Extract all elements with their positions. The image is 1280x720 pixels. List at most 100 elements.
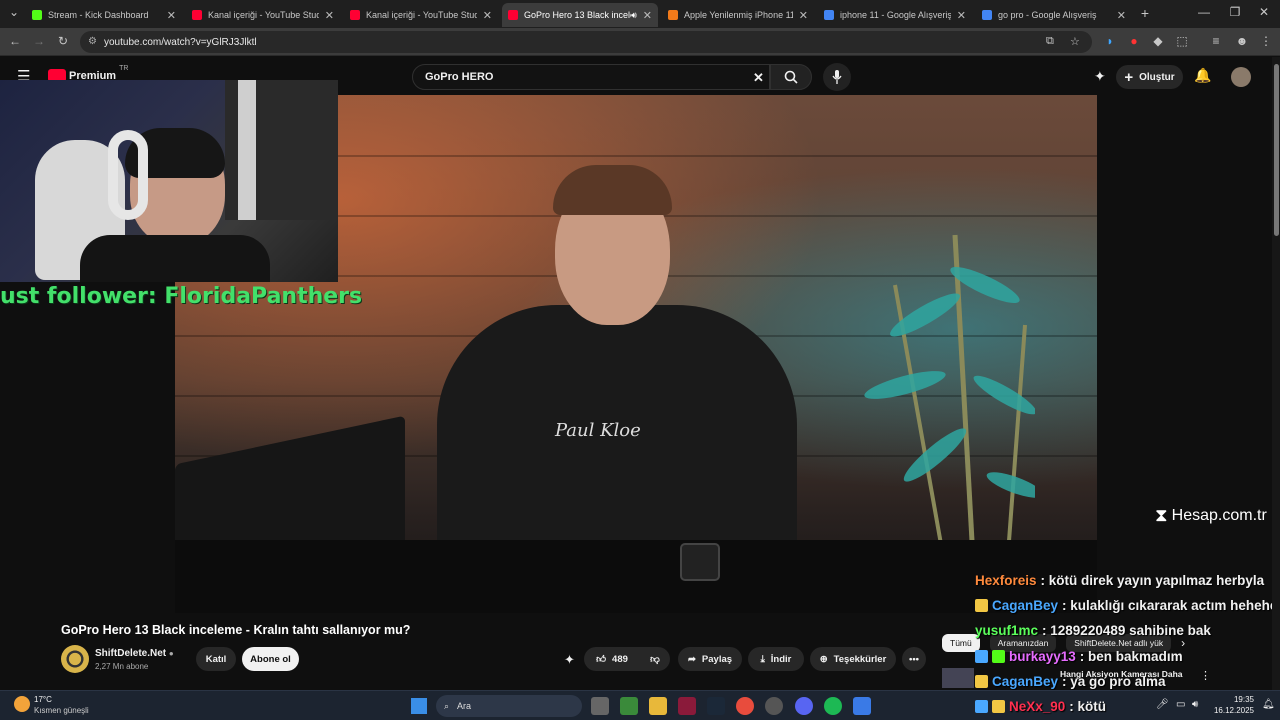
thanks-icon: ⊕ xyxy=(819,653,828,665)
chat-message: CaganBey : ya go pro alma xyxy=(975,674,1166,689)
bookmark-star-icon[interactable]: ☆ xyxy=(1070,35,1080,48)
chrome-icon[interactable] xyxy=(736,697,754,715)
search-value: GoPro HERO xyxy=(425,71,494,83)
maximize-icon[interactable]: ❐ xyxy=(1227,5,1243,19)
thanks-button[interactable]: ⊕ Teşekkürler xyxy=(810,647,896,671)
cast-icon[interactable]: ⧉ xyxy=(1046,35,1054,48)
tab-close-icon[interactable]: ✕ xyxy=(161,9,176,22)
like-button[interactable]: 👍︎ 489 xyxy=(584,647,640,671)
channel-avatar[interactable] xyxy=(61,645,89,673)
subscribe-label: Abone ol xyxy=(250,653,291,665)
sparkle-icon[interactable]: ✦ xyxy=(564,652,575,668)
browser-tab[interactable]: Apple Yenilenmiş iPhone 11 64✕ xyxy=(662,3,814,27)
window-frame xyxy=(238,80,256,220)
minimize-icon[interactable]: — xyxy=(1196,5,1212,19)
tab-favicon-icon xyxy=(32,10,42,20)
subscribe-button[interactable]: Abone ol xyxy=(242,647,299,671)
site-info-icon[interactable]: ⚙ xyxy=(88,36,97,47)
notification-center-icon[interactable]: 🔔︎ xyxy=(1262,699,1275,710)
plant-image xyxy=(864,234,1035,595)
browser-tab[interactable]: go pro - Google Alışveriş ✕ xyxy=(976,3,1132,27)
browser-tab[interactable]: Kanal içeriği - YouTube Studio ✕ xyxy=(186,3,340,27)
spotify-icon[interactable] xyxy=(824,697,842,715)
network-icon[interactable]: ▭ xyxy=(1176,699,1185,710)
next-video-menu-icon[interactable]: ⋮ xyxy=(1200,669,1211,682)
task-view-icon[interactable] xyxy=(591,697,609,715)
reading-list-icon[interactable]: ≡ xyxy=(1208,34,1224,48)
address-bar[interactable]: ⚙ youtube.com/watch?v=yGlRJ3Jlktl ⧉ ☆ xyxy=(80,31,1092,53)
more-actions-button[interactable]: ••• xyxy=(902,647,926,671)
search-button[interactable] xyxy=(770,64,812,90)
search-input[interactable]: GoPro HERO ✕ xyxy=(412,64,770,90)
extension-3-icon[interactable]: ◆ xyxy=(1150,34,1166,48)
chat-message: CaganBey : kulaklığı cıkararak actım heh… xyxy=(975,598,1277,613)
extensions-icon[interactable]: ⬚ xyxy=(1174,34,1190,48)
minecraft-icon[interactable] xyxy=(620,697,638,715)
weather-temp[interactable]: 17°C xyxy=(34,695,52,704)
back-icon[interactable]: ← xyxy=(7,34,23,48)
profile-icon[interactable]: ☻ xyxy=(1234,34,1250,48)
windows-start-icon[interactable] xyxy=(411,698,427,714)
steam-icon[interactable] xyxy=(707,697,725,715)
weather-desc[interactable]: Kısmen güneşli xyxy=(34,706,89,715)
mic-tray-icon[interactable]: 🎤︎ xyxy=(1156,699,1169,710)
extension-2-icon[interactable]: ● xyxy=(1126,34,1142,48)
file-explorer-icon[interactable] xyxy=(649,697,667,715)
join-label: Katıl xyxy=(205,653,227,665)
tab-close-icon[interactable]: ✕ xyxy=(951,9,966,22)
chat-text: : ya go pro alma xyxy=(1062,674,1166,689)
clock-date[interactable]: 16.12.2025 xyxy=(1210,706,1254,715)
tab-close-icon[interactable]: ✕ xyxy=(1111,9,1126,22)
close-window-icon[interactable]: ✕ xyxy=(1256,5,1272,19)
upload-studio-icon[interactable]: ✦ xyxy=(1094,68,1106,85)
hoodie-logo-text: Paul Kloe xyxy=(555,420,641,441)
dislike-button[interactable]: 👎︎ xyxy=(640,647,670,671)
next-video-thumbnail[interactable] xyxy=(942,668,974,688)
share-button[interactable]: ➦ Paylaş xyxy=(678,647,742,671)
app-icon-2[interactable] xyxy=(853,697,871,715)
voice-search-button[interactable] xyxy=(823,63,851,91)
download-label: İndir xyxy=(770,653,792,665)
tab-search-icon[interactable]: ⌄ xyxy=(6,5,22,19)
clock-time[interactable]: 19:35 xyxy=(1222,695,1254,704)
obs-icon[interactable] xyxy=(765,697,783,715)
create-button[interactable]: + Oluştur xyxy=(1116,65,1183,89)
weather-icon[interactable] xyxy=(14,696,30,712)
forward-icon[interactable]: → xyxy=(31,34,47,48)
volume-icon[interactable]: 🔊︎ xyxy=(1192,699,1198,710)
browser-tab[interactable]: Stream - Kick Dashboard ✕ xyxy=(26,3,182,27)
reload-icon[interactable]: ↻ xyxy=(55,34,71,48)
app-icon[interactable] xyxy=(678,697,696,715)
watermark-icon: ⧗ xyxy=(1155,505,1168,525)
browser-tab[interactable]: GoPro Hero 13 Black incele 🔊︎ ✕ xyxy=(502,3,658,27)
tab-close-icon[interactable]: ✕ xyxy=(319,9,334,22)
tab-title: iphone 11 - Google Alışveriş xyxy=(840,10,951,20)
tab-favicon-icon xyxy=(824,10,834,20)
discord-icon[interactable] xyxy=(795,697,813,715)
channel-name[interactable]: ShiftDelete.Net ● xyxy=(95,648,174,659)
notifications-icon[interactable]: 🔔 xyxy=(1194,67,1211,84)
tab-title: Apple Yenilenmiş iPhone 11 64 xyxy=(684,10,793,20)
chat-message: yusuf1mc : 1289220489 sahibine bak xyxy=(975,623,1211,638)
latest-follower-text: ust follower: FloridaPanthers xyxy=(0,284,363,309)
scrollbar-thumb[interactable] xyxy=(1274,64,1279,236)
tab-close-icon[interactable]: ✕ xyxy=(637,9,652,22)
menu-icon[interactable]: ⋮ xyxy=(1258,34,1274,48)
search-label: Ara xyxy=(457,701,472,711)
chat-text: : kötü xyxy=(1069,699,1107,714)
chevron-right-icon[interactable]: › xyxy=(1181,636,1185,650)
clear-search-icon[interactable]: ✕ xyxy=(753,70,764,86)
download-button[interactable]: ⤓ İndir xyxy=(748,647,804,671)
chat-text: : kulaklığı cıkararak actım hehehe xyxy=(1062,598,1278,613)
browser-tab[interactable]: Kanal içeriği - YouTube Studio ✕ xyxy=(344,3,498,27)
subscriber-count: 2,27 Mn abone xyxy=(95,662,149,671)
new-tab-icon[interactable]: + xyxy=(1137,5,1153,21)
browser-tab[interactable]: iphone 11 - Google Alışveriş ✕ xyxy=(818,3,972,27)
extension-1-icon[interactable]: ◗ xyxy=(1102,34,1118,48)
tab-title: Kanal içeriği - YouTube Studio xyxy=(208,10,319,20)
windows-search[interactable]: ⌕ Ara xyxy=(436,695,582,717)
account-avatar[interactable] xyxy=(1231,67,1251,87)
join-button[interactable]: Katıl xyxy=(196,647,236,671)
tab-close-icon[interactable]: ✕ xyxy=(477,9,492,22)
tab-close-icon[interactable]: ✕ xyxy=(793,9,808,22)
